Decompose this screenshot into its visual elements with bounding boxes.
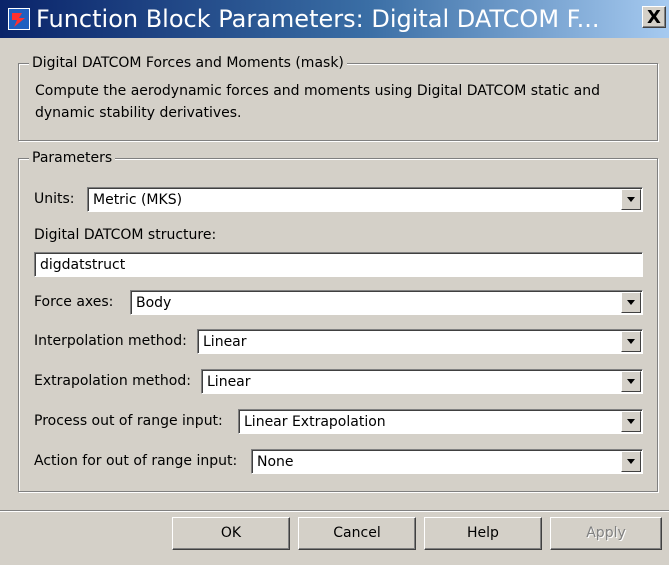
help-button[interactable]: Help xyxy=(424,517,542,550)
mask-description-group: Digital DATCOM Forces and Moments (mask)… xyxy=(18,54,658,141)
force-axes-value: Body xyxy=(136,295,172,311)
ok-button[interactable]: OK xyxy=(172,517,290,550)
chevron-down-icon[interactable] xyxy=(621,371,641,392)
simulink-block-icon xyxy=(8,8,30,30)
process-out-of-range-label: Process out of range input: xyxy=(34,413,223,429)
structure-label: Digital DATCOM structure: xyxy=(34,227,217,243)
chevron-down-icon[interactable] xyxy=(621,189,641,210)
extrapolation-dropdown[interactable]: Linear xyxy=(201,369,643,394)
extrapolation-label: Extrapolation method: xyxy=(34,373,191,389)
process-out-of-range-dropdown[interactable]: Linear Extrapolation xyxy=(238,409,643,434)
units-dropdown[interactable]: Metric (MKS) xyxy=(87,187,643,212)
close-button[interactable]: X xyxy=(642,6,666,28)
parameters-group-label: Parameters xyxy=(29,149,116,167)
cancel-button[interactable]: Cancel xyxy=(298,517,416,550)
mask-group-label: Digital DATCOM Forces and Moments (mask) xyxy=(29,54,347,72)
interpolation-dropdown[interactable]: Linear xyxy=(197,329,643,354)
force-axes-label: Force axes: xyxy=(34,294,114,310)
units-value: Metric (MKS) xyxy=(93,192,183,208)
title-bar[interactable]: Function Block Parameters: Digital DATCO… xyxy=(0,0,669,38)
units-label: Units: xyxy=(34,191,75,207)
window-title: Function Block Parameters: Digital DATCO… xyxy=(36,5,600,33)
process-out-of-range-value: Linear Extrapolation xyxy=(244,414,386,430)
force-axes-dropdown[interactable]: Body xyxy=(130,290,643,315)
action-out-of-range-label: Action for out of range input: xyxy=(34,453,238,469)
chevron-down-icon[interactable] xyxy=(621,292,641,313)
interpolation-label: Interpolation method: xyxy=(34,333,187,349)
button-separator xyxy=(0,510,669,512)
chevron-down-icon[interactable] xyxy=(621,451,641,472)
action-out-of-range-value: None xyxy=(257,454,294,470)
chevron-down-icon[interactable] xyxy=(621,331,641,352)
chevron-down-icon[interactable] xyxy=(621,411,641,432)
action-out-of-range-dropdown[interactable]: None xyxy=(251,449,643,474)
apply-button[interactable]: Apply xyxy=(550,517,662,550)
interpolation-value: Linear xyxy=(203,334,247,350)
structure-field[interactable]: digdatstruct xyxy=(34,252,643,277)
mask-description: Compute the aerodynamic forces and momen… xyxy=(35,83,600,121)
extrapolation-value: Linear xyxy=(207,374,251,390)
close-icon: X xyxy=(647,7,661,28)
